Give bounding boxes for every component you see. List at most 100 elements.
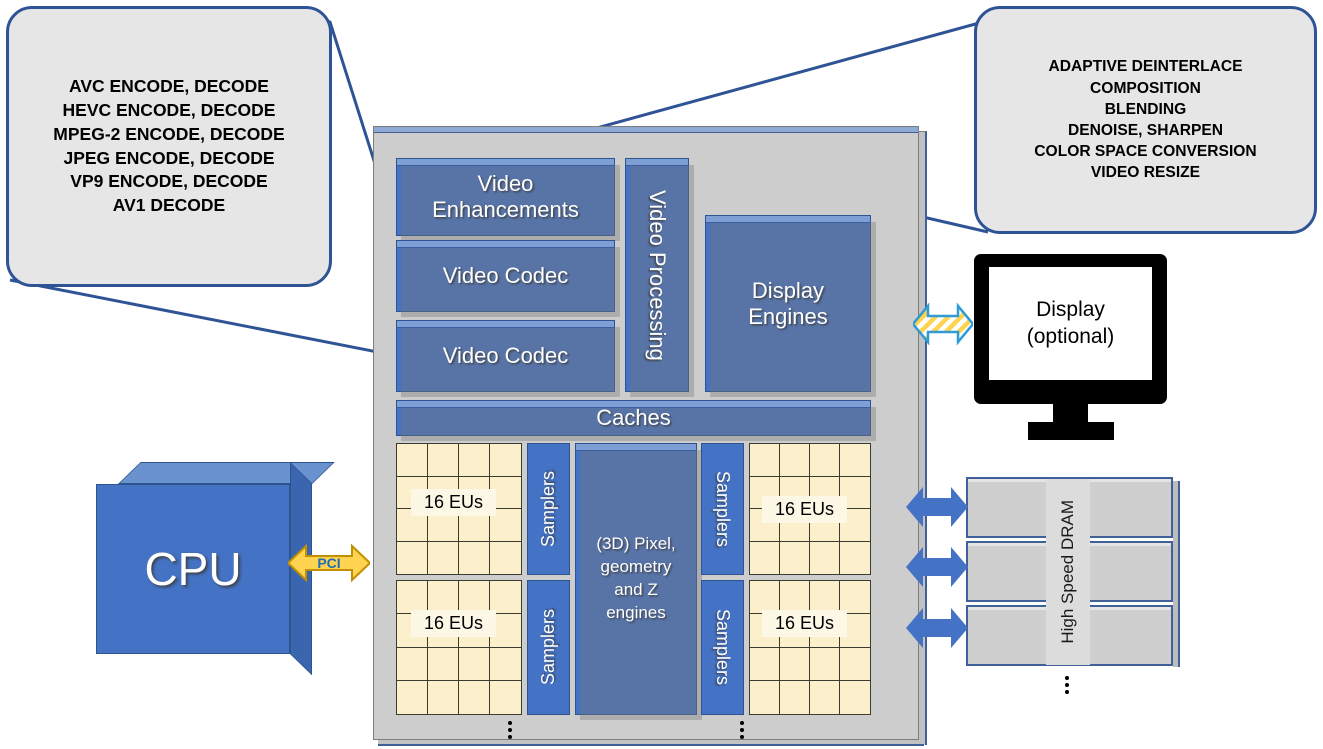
samplers-label: Samplers [713,609,733,686]
block-video-processing[interactable]: Video Processing [625,158,694,397]
callout-line: AVC ENCODE, DECODE [69,76,269,97]
eu-continuation-dots-right [740,721,744,739]
eu-cell [428,541,459,574]
monitor-base [1028,422,1114,440]
eu-cell [428,444,459,477]
eu-cell [428,680,459,714]
eu-cell [397,680,428,714]
eu-grid-bottom-right[interactable] [749,580,871,715]
block-samplers-left-top[interactable]: Samplers [527,443,570,575]
block-label-line: (3D) Pixel, [596,534,676,554]
eu-cell [428,647,459,681]
callout-line: MPEG-2 ENCODE, DECODE [53,123,285,144]
eu-label-bottom-left: 16 EUs [411,610,497,637]
dram-side-edge [1173,481,1180,667]
samplers-label: Samplers [538,609,558,686]
eu-cell [810,647,840,681]
dram-continuation-dots [1065,676,1069,694]
block-caches[interactable]: Caches [396,400,876,441]
eu-cell [780,444,810,477]
callout-line: VP9 ENCODE, DECODE [70,171,268,192]
block-video-codec-1[interactable]: Video Codec [396,240,620,317]
block-label-line: geometry [600,557,672,577]
cpu-block[interactable]: CPU [96,462,335,676]
eu-cell [750,444,780,477]
block-display-engines[interactable]: Display Engines [705,215,876,397]
callout-line: ADAPTIVE DEINTERLACE [1048,58,1243,76]
block-samplers-left-bottom[interactable]: Samplers [527,580,570,715]
memory-link-arrow-2[interactable] [906,543,968,596]
eu-cell [840,681,870,714]
callout-line: AV1 DECODE [112,195,226,216]
block-label-line: Display [751,277,825,303]
eu-cell [490,681,521,714]
monitor-screen: Display (optional) [989,267,1152,380]
block-label-line: Engines [748,303,828,329]
eu-label-top-right: 16 EUs [762,496,848,523]
memory-link-arrow-1[interactable] [906,483,968,536]
callout-line: COMPOSITION [1090,79,1201,97]
callout-line: COLOR SPACE CONVERSION [1034,143,1257,161]
die-edge-bottom [378,740,924,746]
eu-cell [810,444,840,477]
block-label-line: and Z [614,580,658,599]
eu-cell [750,647,780,681]
block-label-line: Video [477,171,534,196]
block-video-enhancements[interactable]: Video Enhancements [396,158,620,241]
eu-cell [397,444,428,477]
eu-label-top-left: 16 EUs [411,489,497,516]
display-label-line: Display [1036,298,1105,322]
block-label-line: engines [606,602,666,622]
callout-video-processing-capabilities: ADAPTIVE DEINTERLACE COMPOSITION BLENDIN… [974,6,1317,234]
block-label-line: Enhancements [432,197,579,222]
eu-cell [810,680,840,714]
block-3d-pixel-geometry-z-engines[interactable]: (3D) Pixel, geometry and Z engines [575,443,702,720]
samplers-label: Samplers [713,470,733,548]
callout-video-codec-capabilities: AVC ENCODE, DECODE HEVC ENCODE, DECODE M… [6,6,332,287]
eu-grid-bottom-left[interactable] [396,580,522,715]
pci-interconnect-arrow[interactable]: PCI [286,540,372,586]
eu-continuation-dots-left [508,721,512,739]
block-label: Caches [596,405,671,430]
block-label: Video Processing [645,189,670,361]
eu-cell [397,541,428,574]
block-samplers-right-bottom[interactable]: Samplers [701,580,744,715]
eu-cell [840,648,870,681]
eu-cell [490,648,521,681]
memory-link-arrow-3[interactable] [906,604,968,657]
callout-line: HEVC ENCODE, DECODE [62,99,276,120]
cpu-front-face: CPU [96,484,290,654]
samplers-label: Samplers [538,470,558,548]
eu-cell [459,444,490,477]
eu-cell [780,647,810,681]
eu-cell [490,444,521,477]
eu-cell [459,541,490,574]
dram-label: High Speed DRAM [1058,500,1077,644]
eu-cell [750,541,780,574]
block-samplers-right-top[interactable]: Samplers [701,443,744,575]
eu-cell [780,680,810,714]
high-speed-dram[interactable]: High Speed DRAM [966,477,1180,667]
eu-cell [490,542,521,575]
callout-line: VIDEO RESIZE [1090,164,1201,182]
display-link-arrow[interactable] [911,298,975,355]
cpu-label: CPU [144,543,242,595]
eu-cell [810,541,840,574]
eu-cell [840,444,870,477]
pci-label: PCI [317,555,341,571]
eu-cell [750,680,780,714]
eu-label-bottom-right: 16 EUs [762,610,848,637]
eu-cell [459,680,490,714]
block-label: Video Codec [442,343,569,368]
eu-cell [459,647,490,681]
dram-label-wrap: High Speed DRAM [1046,479,1090,665]
eu-cell [397,647,428,681]
callout-line: DENOISE, SHARPEN [1067,122,1224,139]
gpu-architecture-diagram: AVC ENCODE, DECODE HEVC ENCODE, DECODE M… [0,0,1323,749]
block-video-codec-2[interactable]: Video Codec [396,320,620,397]
eu-cell [780,541,810,574]
block-label: Video Codec [442,263,569,288]
display-label-line: (optional) [1026,324,1115,348]
eu-cell [840,542,870,575]
display-monitor[interactable]: Display (optional) [974,254,1167,440]
